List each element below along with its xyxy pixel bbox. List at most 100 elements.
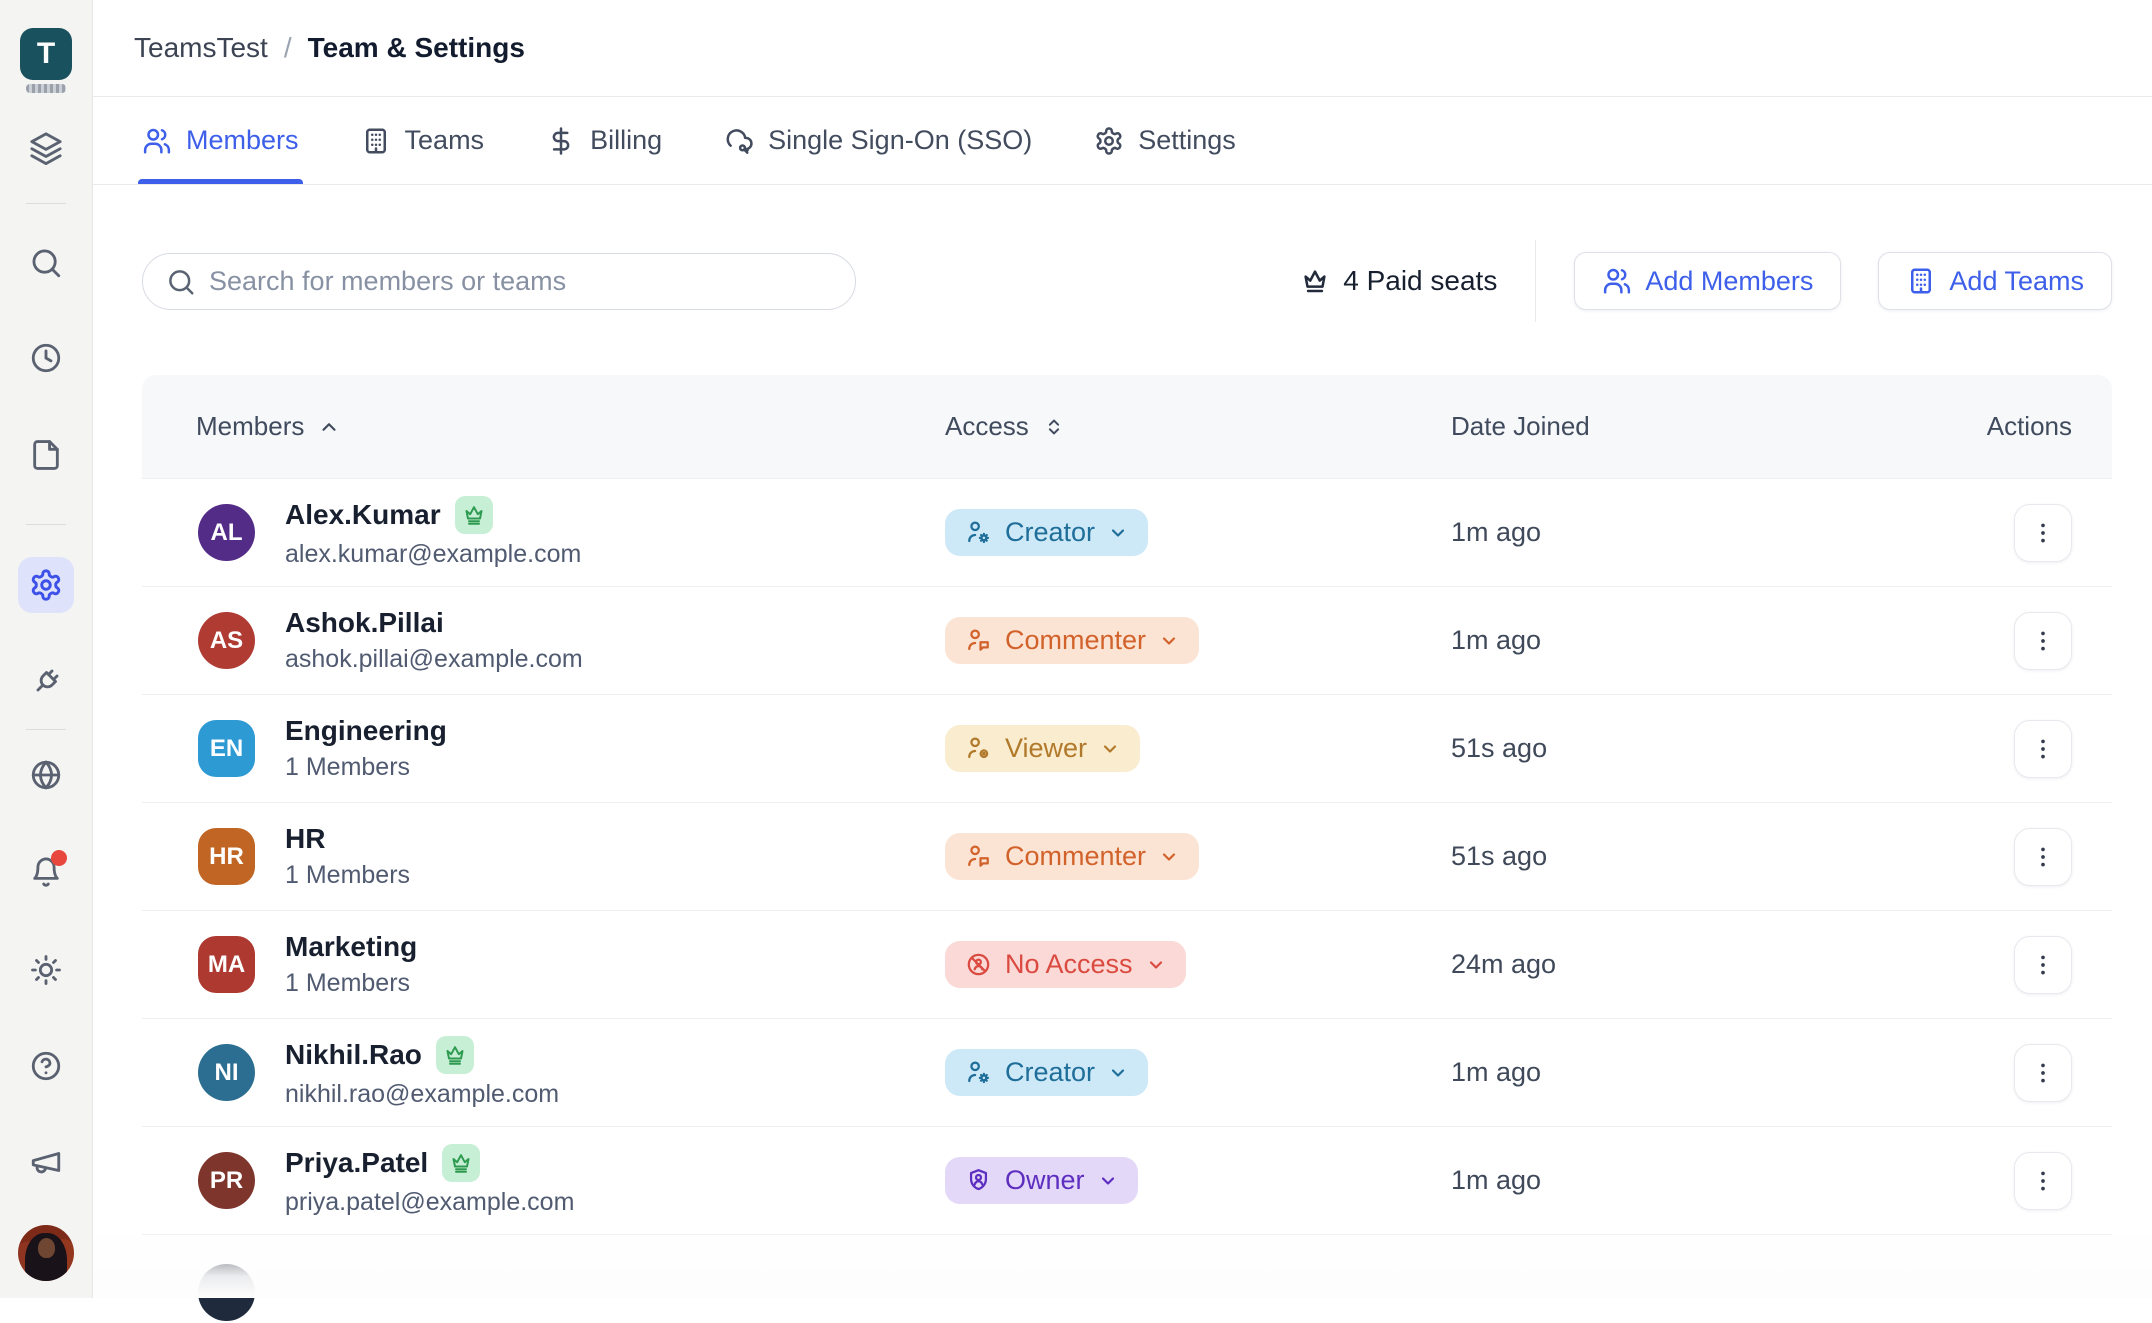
sort-ascending-icon[interactable]: [318, 416, 340, 438]
crown-icon: [1300, 266, 1330, 296]
table-row: HR HR 1 Members Commenter 51s ago: [142, 803, 2112, 911]
access-badge-commenter[interactable]: Commenter: [945, 833, 1199, 880]
row-actions-button[interactable]: [2014, 828, 2072, 886]
table-row: MA Marketing 1 Members No Access 24m ago: [142, 911, 2112, 1019]
access-badge-commenter[interactable]: Commenter: [945, 617, 1199, 664]
plug-icon[interactable]: [29, 665, 63, 699]
sidebar-divider: [26, 729, 66, 730]
table-row: EN Engineering 1 Members Viewer 51s ago: [142, 695, 2112, 803]
gear-icon: [1094, 126, 1124, 156]
row-actions-button[interactable]: [2014, 1044, 2072, 1102]
user-chat-icon: [965, 843, 992, 870]
clock-icon[interactable]: [29, 341, 63, 375]
tab-sso[interactable]: Single Sign-On (SSO): [724, 97, 1032, 184]
row-actions-button[interactable]: [2014, 936, 2072, 994]
access-badge-owner[interactable]: Owner: [945, 1157, 1138, 1204]
settings-icon-active[interactable]: [18, 557, 74, 613]
tab-label: Single Sign-On (SSO): [768, 125, 1032, 156]
search-input[interactable]: [142, 253, 856, 310]
table-row: PR Priya.Patel priya.patel@example.com O…: [142, 1127, 2112, 1235]
paid-seats: 4 Paid seats: [1300, 265, 1497, 297]
search-icon: [166, 267, 196, 297]
user-chat-icon: [965, 627, 992, 654]
tab-members[interactable]: Members: [142, 97, 299, 184]
help-icon[interactable]: [29, 1049, 63, 1083]
access-label: Commenter: [1005, 841, 1146, 872]
chevron-down-icon: [1108, 523, 1128, 543]
user-avatar[interactable]: [18, 1225, 74, 1281]
sort-both-icon[interactable]: [1043, 416, 1065, 438]
access-label: Creator: [1005, 1057, 1095, 1088]
avatar: EN: [198, 720, 255, 777]
app-logo[interactable]: T: [20, 28, 72, 80]
avatar: PR: [198, 1152, 255, 1209]
access-label: Creator: [1005, 517, 1095, 548]
access-label: Commenter: [1005, 625, 1146, 656]
member-name: Ashok.Pillai: [285, 607, 444, 639]
access-badge-viewer[interactable]: Viewer: [945, 725, 1140, 772]
access-badge-no-access[interactable]: No Access: [945, 941, 1186, 988]
add-teams-button[interactable]: Add Teams: [1878, 252, 2112, 310]
row-actions-button[interactable]: [2014, 720, 2072, 778]
megaphone-icon[interactable]: [29, 1145, 63, 1179]
user-eye-icon: [965, 735, 992, 762]
chevron-down-icon: [1159, 847, 1179, 867]
users-icon: [1602, 266, 1632, 296]
team-member-count: 1 Members: [285, 969, 417, 998]
breadcrumb: TeamsTest / Team & Settings: [93, 0, 2152, 97]
date-joined: 1m ago: [1451, 1057, 1960, 1088]
app-logo-letter: T: [37, 37, 55, 71]
avatar: [198, 1264, 255, 1321]
chevron-down-icon: [1146, 955, 1166, 975]
main-area: TeamsTest / Team & Settings Members Team…: [93, 0, 2152, 1298]
tab-settings[interactable]: Settings: [1094, 97, 1236, 184]
row-actions-button[interactable]: [2014, 504, 2072, 562]
member-name: Alex.Kumar: [285, 499, 441, 531]
sidebar-divider: [26, 524, 66, 525]
table-row: NI Nikhil.Rao nikhil.rao@example.com Cre…: [142, 1019, 2112, 1127]
team-name: HR: [285, 823, 325, 855]
building-icon: [361, 126, 391, 156]
avatar-initials: PR: [210, 1167, 243, 1195]
add-teams-label: Add Teams: [1949, 266, 2084, 297]
bell-icon[interactable]: [29, 855, 63, 889]
building-icon: [1906, 266, 1936, 296]
toolbar: 4 Paid seats Add Members Add Teams: [142, 240, 2112, 322]
search-icon[interactable]: [29, 246, 63, 280]
user-cog-icon: [965, 519, 992, 546]
access-badge-creator[interactable]: Creator: [945, 509, 1148, 556]
tab-billing[interactable]: Billing: [546, 97, 662, 184]
row-actions-button[interactable]: [2014, 612, 2072, 670]
add-members-button[interactable]: Add Members: [1574, 252, 1841, 310]
breadcrumb-parent[interactable]: TeamsTest: [134, 32, 268, 64]
globe-icon[interactable]: [29, 758, 63, 792]
avatar: MA: [198, 936, 255, 993]
col-actions: Actions: [1987, 411, 2072, 442]
premium-crown-icon: [436, 1036, 474, 1074]
access-badge-creator[interactable]: Creator: [945, 1049, 1148, 1096]
date-joined: 51s ago: [1451, 733, 1960, 764]
avatar-initials: AS: [210, 627, 243, 655]
sun-icon[interactable]: [29, 953, 63, 987]
table-row: AS Ashok.Pillai ashok.pillai@example.com…: [142, 587, 2112, 695]
tab-label: Settings: [1138, 125, 1236, 156]
tab-label: Members: [186, 125, 299, 156]
chevron-down-icon: [1159, 631, 1179, 651]
col-members[interactable]: Members: [196, 411, 304, 442]
layers-icon[interactable]: [29, 131, 63, 165]
cloud-key-icon: [724, 126, 754, 156]
avatar: HR: [198, 828, 255, 885]
row-actions-button[interactable]: [2014, 1152, 2072, 1210]
col-access[interactable]: Access: [945, 411, 1029, 442]
member-name: Nikhil.Rao: [285, 1039, 422, 1071]
paid-seats-label: 4 Paid seats: [1343, 265, 1497, 297]
avatar: NI: [198, 1044, 255, 1101]
file-icon[interactable]: [29, 438, 63, 472]
date-joined: 24m ago: [1451, 949, 1960, 980]
premium-crown-icon: [442, 1144, 480, 1182]
tab-teams[interactable]: Teams: [361, 97, 485, 184]
date-joined: 51s ago: [1451, 841, 1960, 872]
access-label: Owner: [1005, 1165, 1085, 1196]
tab-label: Teams: [405, 125, 485, 156]
avatar-initials: HR: [209, 843, 244, 871]
